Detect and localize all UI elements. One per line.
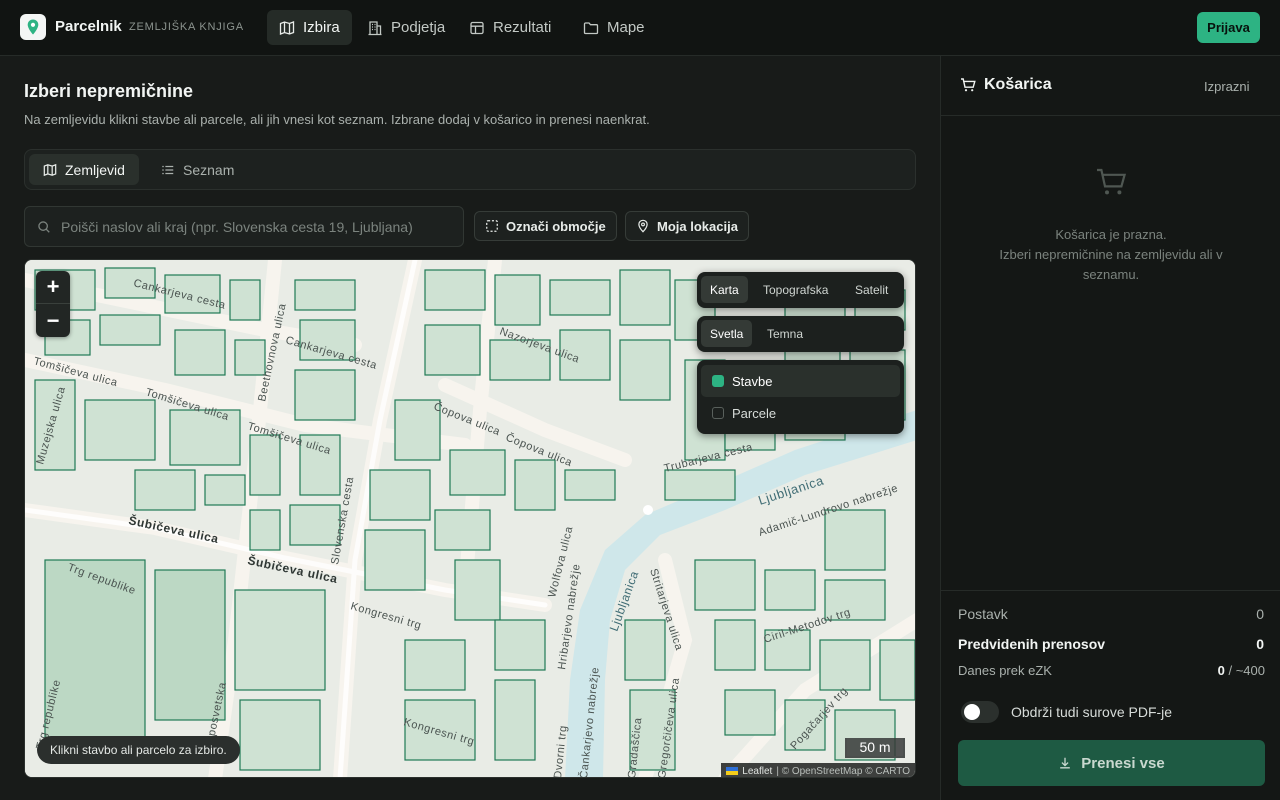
leaflet-link[interactable]: Leaflet — [742, 766, 772, 777]
raw-pdf-label: Obdrži tudi surove PDF-je — [1011, 704, 1173, 720]
tab-zemljevid[interactable]: Zemljevid — [29, 154, 139, 185]
clear-cart-button[interactable]: Izprazni — [1204, 79, 1250, 94]
basemap-karta[interactable]: Karta — [701, 276, 748, 303]
attribution-text: | © OpenStreetMap © CARTO — [776, 765, 910, 777]
tab-label: Zemljevid — [65, 161, 125, 178]
nav-item-mape[interactable]: Mape — [571, 10, 657, 45]
dashed-square-icon — [486, 220, 498, 232]
brand-subtitle: ZEMLJIŠKA KNJIGA — [129, 21, 244, 33]
nav-item-izbira[interactable]: Izbira — [267, 10, 352, 45]
mark-area-label: Označi območje — [506, 218, 606, 234]
cart-title-text: Košarica — [984, 76, 1052, 93]
scale-bar: 50 m — [845, 738, 905, 758]
cart-empty-title: Košarica je prazna. — [1055, 227, 1167, 242]
nav-item-podjetja[interactable]: Podjetja — [355, 10, 457, 45]
theme-svetla[interactable]: Svetla — [701, 320, 753, 347]
mark-area-button[interactable]: Označi območje — [474, 211, 617, 241]
page-title: Izberi nepremičnine — [24, 81, 194, 101]
my-location-label: Moja lokacija — [657, 218, 738, 234]
folder-icon — [583, 21, 599, 34]
download-all-button[interactable]: Prenesi vse — [958, 740, 1265, 786]
cart-summary — [941, 590, 1280, 591]
nav-item-label: Izbira — [303, 19, 340, 36]
ukraine-flag-icon — [726, 767, 739, 775]
transfers-label: Predvidenih prenosov — [958, 636, 1106, 652]
nav-item-label: Rezultati — [493, 19, 552, 36]
download-label: Prenesi vse — [1081, 754, 1165, 772]
transfers-value: 0 — [1256, 636, 1264, 652]
search-icon — [38, 220, 50, 233]
zoom-control: + − — [36, 271, 70, 337]
nav-item-label: Mape — [607, 19, 645, 36]
login-button[interactable]: Prijava — [1197, 12, 1260, 43]
checkbox-checked-icon — [712, 375, 724, 387]
transfers-row: Predvidenih prenosov 0 — [958, 636, 1264, 652]
cart-empty-icon — [1097, 168, 1127, 195]
map-icon — [279, 20, 295, 35]
cart-empty-hint: Izberi nepremičnine na zemljevidu ali v … — [999, 247, 1223, 282]
today-value: 0 — [1217, 663, 1225, 678]
cart-sidebar: Košarica Izprazni Košarica je prazna. Iz… — [940, 56, 1280, 800]
address-search — [24, 206, 464, 247]
my-location-button[interactable]: Moja lokacija — [625, 211, 749, 241]
zoom-out-button[interactable]: − — [36, 304, 70, 337]
zoom-in-button[interactable]: + — [36, 271, 70, 304]
map-hint: Klikni stavbo ali parcelo za izbiro. — [37, 736, 240, 764]
today-limit: / ~400 — [1228, 663, 1265, 678]
today-row: Danes prek eZK 0 / ~400 — [958, 663, 1265, 678]
tab-seznam[interactable]: Seznam — [147, 154, 248, 185]
layer-label: Parcele — [732, 405, 777, 421]
list-icon — [162, 165, 174, 174]
search-input[interactable] — [61, 218, 451, 235]
cart-icon — [961, 78, 976, 92]
items-value: 0 — [1256, 606, 1264, 622]
theme-temna[interactable]: Temna — [758, 320, 812, 347]
map-view[interactable]: Cankarjeva cesta Cankarjeva cesta Tomšič… — [24, 259, 916, 778]
view-tabs: Zemljevid Seznam — [24, 149, 916, 190]
page-description: Na zemljevidu klikni stavbe ali parcele,… — [24, 112, 650, 127]
layer-label: Stavbe — [732, 373, 773, 389]
top-bar: Parcelnik ZEMLJIŠKA KNJIGA Izbira Podjet… — [0, 0, 1280, 56]
layer-parcele[interactable]: Parcele — [701, 397, 900, 429]
items-label: Postavk — [958, 606, 1008, 622]
theme-switcher: Svetla Temna — [697, 316, 904, 352]
raw-pdf-toggle[interactable] — [961, 701, 999, 723]
nav-item-label: Podjetja — [391, 19, 446, 36]
building-icon — [368, 20, 382, 35]
cart-empty-state: Košarica je prazna. Izberi nepremičnine … — [941, 166, 1280, 285]
basemap-satelit[interactable]: Satelit — [846, 276, 897, 303]
checkbox-icon — [712, 407, 724, 419]
map-pin-logo-icon — [27, 19, 39, 35]
today-label: Danes prek eZK — [958, 663, 1052, 678]
download-icon — [1060, 757, 1071, 769]
cart-title: Košarica — [960, 76, 1052, 94]
map-attribution: Leaflet | © OpenStreetMap © CARTO — [721, 763, 915, 777]
basemap-switcher: Karta Topografska Satelit — [697, 272, 904, 308]
cart-header: Košarica Izprazni — [941, 56, 1280, 116]
app-logo[interactable] — [20, 14, 46, 40]
layer-panel: Stavbe Parcele — [697, 360, 904, 434]
basemap-topografska[interactable]: Topografska — [754, 276, 837, 303]
nav-item-rezultati[interactable]: Rezultati — [457, 10, 563, 45]
location-pin-icon — [638, 219, 648, 233]
tab-label: Seznam — [183, 161, 235, 178]
items-row: Postavk 0 — [958, 606, 1264, 622]
map-icon — [43, 163, 57, 176]
brand-name: Parcelnik — [55, 18, 122, 35]
table-icon — [470, 21, 484, 34]
today-quota: 0 / ~400 — [1218, 663, 1265, 678]
layer-stavbe[interactable]: Stavbe — [701, 365, 900, 397]
